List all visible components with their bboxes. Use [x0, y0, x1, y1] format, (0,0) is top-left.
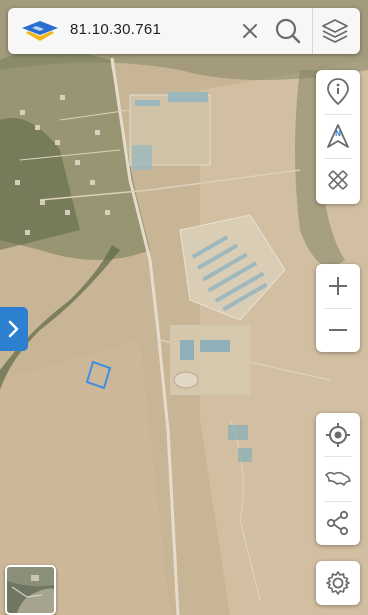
coordinates-text[interactable]: 81.10.30.761: [70, 21, 161, 38]
info-icon[interactable]: [324, 78, 352, 106]
gear-icon: [324, 569, 352, 597]
divider: [324, 114, 352, 115]
plus-icon: [329, 277, 347, 295]
map-tools-panel: N: [316, 70, 360, 204]
basemap-thumbnail[interactable]: [5, 565, 56, 615]
divider: [324, 308, 352, 309]
satellite-map[interactable]: [0, 0, 368, 615]
logo-icon: [18, 18, 62, 44]
compass-north-icon[interactable]: N: [324, 122, 352, 150]
minus-icon: [329, 329, 347, 331]
locate-icon[interactable]: [324, 421, 352, 449]
zoom-controls: [316, 264, 360, 352]
layers-icon[interactable]: [320, 16, 350, 46]
compass-label: N: [335, 129, 341, 138]
zoom-out-button[interactable]: [324, 316, 352, 344]
settings-button[interactable]: [316, 561, 360, 605]
divider: [324, 501, 352, 502]
route-icon[interactable]: [324, 465, 352, 493]
divider: [324, 456, 352, 457]
side-panel-toggle[interactable]: [0, 307, 28, 351]
search-icon[interactable]: [274, 17, 302, 45]
map-actions-panel: [316, 413, 360, 545]
search-bar: 81.10.30.761: [8, 8, 360, 54]
close-icon[interactable]: [238, 19, 262, 43]
zoom-in-button[interactable]: [324, 272, 352, 300]
share-icon[interactable]: [324, 509, 352, 537]
chevron-right-icon: [8, 320, 19, 338]
divider: [312, 8, 313, 54]
divider: [324, 158, 352, 159]
measure-icon[interactable]: [324, 166, 352, 194]
